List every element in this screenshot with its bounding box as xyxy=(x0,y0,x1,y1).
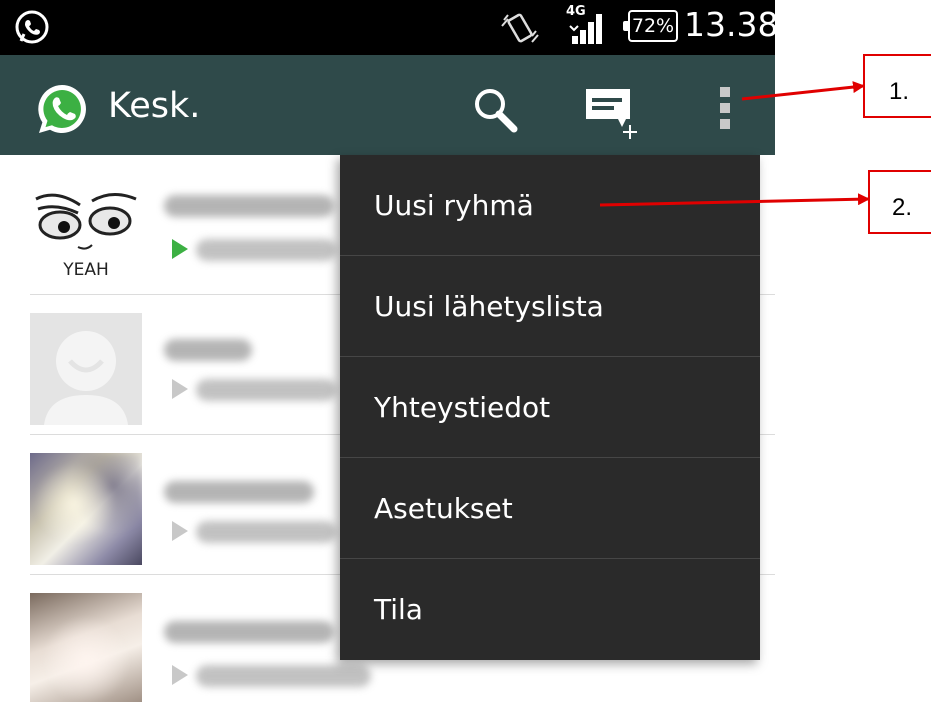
annotation-label: 2. xyxy=(892,194,913,221)
photo-avatar xyxy=(30,453,142,565)
overflow-menu: Uusi ryhmä Uusi lähetyslista Yhteystiedo… xyxy=(340,155,760,660)
menu-item-label: Tila xyxy=(374,593,423,626)
chat-name-redacted xyxy=(164,621,334,643)
overflow-menu-icon[interactable] xyxy=(712,85,738,131)
menu-item-label: Uusi ryhmä xyxy=(374,189,534,222)
battery-indicator: 72% xyxy=(623,10,678,42)
status-bar: 4G 72% 13.38 xyxy=(0,0,775,55)
annotation-callout-1: 1. xyxy=(863,54,931,118)
chat-avatar[interactable] xyxy=(30,313,142,425)
photo-avatar xyxy=(30,593,142,702)
whatsapp-logo-icon xyxy=(38,85,86,133)
chat-name-redacted xyxy=(164,195,334,217)
app-title: Kesk. xyxy=(108,86,201,126)
chat-name-redacted xyxy=(164,339,252,361)
chat-status-indicator xyxy=(172,239,188,259)
menu-item-status[interactable]: Tila xyxy=(340,559,760,660)
chat-name-redacted xyxy=(164,481,314,503)
signal-icon xyxy=(569,14,602,44)
menu-item-new-broadcast[interactable]: Uusi lähetyslista xyxy=(340,256,760,357)
phone-screen: 4G 72% 13.38 Kesk. YEAH Uusi ryhmä Uusi … xyxy=(0,0,775,702)
action-bar: Kesk. xyxy=(0,55,775,155)
chat-avatar[interactable] xyxy=(30,453,142,565)
chat-message-redacted xyxy=(196,521,336,543)
vibrate-icon xyxy=(501,13,539,43)
chat-message-redacted xyxy=(196,239,336,261)
chat-status-indicator xyxy=(172,521,188,541)
chat-message-redacted xyxy=(196,379,336,401)
annotation-label: 1. xyxy=(889,78,910,105)
chat-avatar[interactable] xyxy=(30,593,142,702)
eyes-yeah-avatar: YEAH xyxy=(35,193,137,280)
menu-item-label: Uusi lähetyslista xyxy=(374,290,604,323)
search-icon[interactable] xyxy=(468,83,522,137)
clock: 13.38 xyxy=(684,5,775,44)
chat-avatar[interactable]: YEAH xyxy=(30,177,142,289)
chat-status-indicator xyxy=(172,665,188,685)
new-chat-icon[interactable] xyxy=(582,85,646,141)
chat-status-indicator xyxy=(172,379,188,399)
menu-item-new-group[interactable]: Uusi ryhmä xyxy=(340,155,760,256)
default-contact-avatar xyxy=(44,331,128,425)
chat-message-redacted xyxy=(196,665,371,687)
annotation-callout-2: 2. xyxy=(868,170,931,234)
battery-level: 72% xyxy=(631,15,675,37)
svg-text:YEAH: YEAH xyxy=(62,260,109,280)
menu-item-contacts[interactable]: Yhteystiedot xyxy=(340,357,760,458)
menu-item-label: Yhteystiedot xyxy=(374,391,551,424)
menu-item-settings[interactable]: Asetukset xyxy=(340,458,760,559)
whatsapp-notification-icon xyxy=(15,10,49,44)
menu-item-label: Asetukset xyxy=(374,492,513,525)
